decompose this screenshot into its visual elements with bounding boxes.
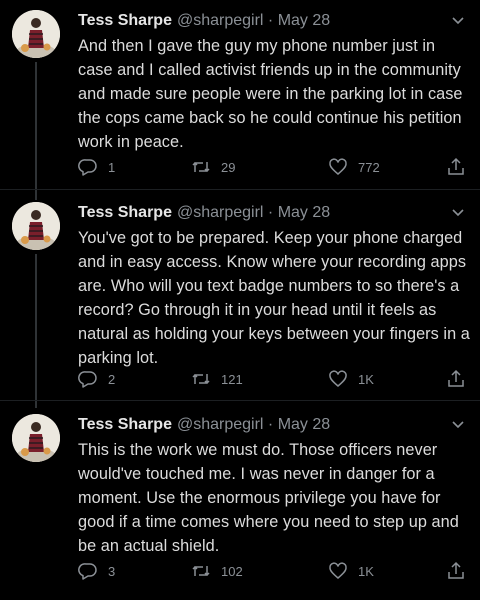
reply-button[interactable]: 3: [78, 560, 115, 582]
avatar[interactable]: [12, 414, 60, 462]
author-handle[interactable]: @sharpegirl: [177, 416, 264, 433]
tweet-actions: 1 29 772: [78, 156, 478, 178]
like-button[interactable]: 1K: [328, 560, 374, 582]
tweet-header: Tess Sharpe @sharpegirl · May 28: [78, 202, 330, 224]
reply-icon: [78, 159, 97, 176]
author-name[interactable]: Tess Sharpe: [78, 12, 172, 29]
tweet[interactable]: Tess Sharpe @sharpegirl · May 28 You've g…: [0, 202, 480, 392]
tweet-actions: 2 121 1K: [78, 368, 478, 390]
retweet-icon: [192, 565, 210, 577]
avatar-image: [12, 414, 60, 462]
retweet-icon: [192, 161, 210, 173]
tweet-text: This is the work we must do. Those offic…: [78, 441, 459, 555]
tweet-header: Tess Sharpe @sharpegirl · May 28: [78, 10, 330, 32]
share-icon: [448, 561, 464, 579]
author-name[interactable]: Tess Sharpe: [78, 204, 172, 221]
retweet-button[interactable]: 121: [191, 368, 243, 390]
reply-icon: [78, 563, 97, 580]
divider: [0, 189, 480, 190]
tweet[interactable]: Tess Sharpe @sharpegirl · May 28 This is …: [0, 414, 480, 594]
retweet-button[interactable]: 29: [191, 156, 235, 178]
avatar-image: [12, 10, 60, 58]
share-button[interactable]: [446, 368, 466, 390]
chevron-down-icon[interactable]: [450, 12, 466, 28]
author-handle[interactable]: @sharpegirl: [177, 12, 264, 29]
reply-button[interactable]: 1: [78, 156, 115, 178]
heart-icon: [329, 562, 347, 579]
chevron-down-icon[interactable]: [450, 204, 466, 220]
retweet-count: 29: [221, 159, 236, 175]
author-name[interactable]: Tess Sharpe: [78, 416, 172, 433]
retweet-button[interactable]: 102: [191, 560, 243, 582]
retweet-icon: [192, 373, 210, 385]
reply-icon: [78, 371, 97, 388]
like-button[interactable]: 772: [328, 156, 380, 178]
tweet-text: You've got to be prepared. Keep your pho…: [78, 229, 470, 367]
separator: ·: [267, 204, 274, 221]
like-count: 772: [358, 159, 380, 175]
share-button[interactable]: [446, 560, 466, 582]
avatar[interactable]: [12, 10, 60, 58]
reply-count: 3: [108, 563, 116, 579]
tweet[interactable]: Tess Sharpe @sharpegirl · May 28 And then…: [0, 10, 480, 190]
share-icon: [448, 369, 464, 387]
separator: ·: [267, 12, 274, 29]
reply-count: 1: [108, 159, 116, 175]
separator: ·: [267, 416, 274, 433]
retweet-count: 102: [221, 563, 243, 579]
share-icon: [448, 157, 464, 175]
tweet-text: And then I gave the guy my phone number …: [78, 37, 463, 151]
divider: [0, 400, 480, 401]
like-count: 1K: [358, 371, 374, 387]
like-count: 1K: [358, 563, 374, 579]
tweet-date[interactable]: May 28: [278, 12, 330, 29]
tweet-thread: Tess Sharpe @sharpegirl · May 28 And then…: [0, 0, 480, 600]
heart-icon: [329, 158, 347, 175]
tweet-header: Tess Sharpe @sharpegirl · May 28: [78, 414, 330, 436]
author-handle[interactable]: @sharpegirl: [177, 204, 264, 221]
avatar[interactable]: [12, 202, 60, 250]
tweet-date[interactable]: May 28: [278, 204, 330, 221]
retweet-count: 121: [221, 371, 243, 387]
reply-button[interactable]: 2: [78, 368, 115, 390]
tweet-date[interactable]: May 28: [278, 416, 330, 433]
avatar-image: [12, 202, 60, 250]
reply-count: 2: [108, 371, 116, 387]
chevron-down-icon[interactable]: [450, 416, 466, 432]
tweet-actions: 3 102 1K: [78, 560, 478, 582]
like-button[interactable]: 1K: [328, 368, 374, 390]
heart-icon: [329, 370, 347, 387]
share-button[interactable]: [446, 156, 466, 178]
